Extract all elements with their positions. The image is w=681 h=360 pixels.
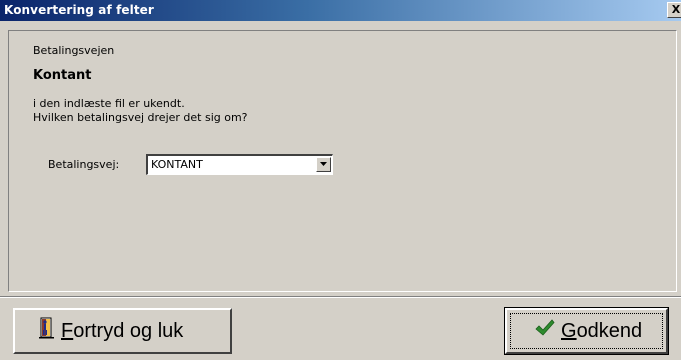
payment-method-value: KONTANT xyxy=(151,158,203,171)
door-exit-icon xyxy=(39,317,55,345)
description-line-1: i den indlæste fil er ukendt. xyxy=(33,97,185,110)
checkmark-icon xyxy=(535,319,555,343)
description-line-2: Hvilken betalingsvej drejer det sig om? xyxy=(33,111,248,124)
footer-separator xyxy=(0,296,681,298)
payment-method-label: Betalingsvej: xyxy=(48,158,120,171)
approve-label: odkend xyxy=(576,319,643,342)
title-bar: Konvertering af felter X xyxy=(0,0,681,21)
approve-mnemonic: G xyxy=(561,319,577,342)
approve-button[interactable]: Godkend xyxy=(504,307,669,355)
cancel-close-button[interactable]: Fortryd og luk xyxy=(13,308,232,354)
chevron-down-icon xyxy=(320,162,327,166)
cancel-mnemonic: F xyxy=(61,319,74,342)
heading-value: Kontant xyxy=(33,68,92,83)
subtitle-text: Betalingsvejen xyxy=(33,44,115,57)
payment-method-select[interactable]: KONTANT xyxy=(146,154,333,175)
close-button[interactable]: X xyxy=(667,2,681,18)
dropdown-arrow-button[interactable] xyxy=(316,157,331,172)
cancel-label: ortryd og luk xyxy=(73,319,184,342)
window-title: Konvertering af felter xyxy=(4,3,154,17)
